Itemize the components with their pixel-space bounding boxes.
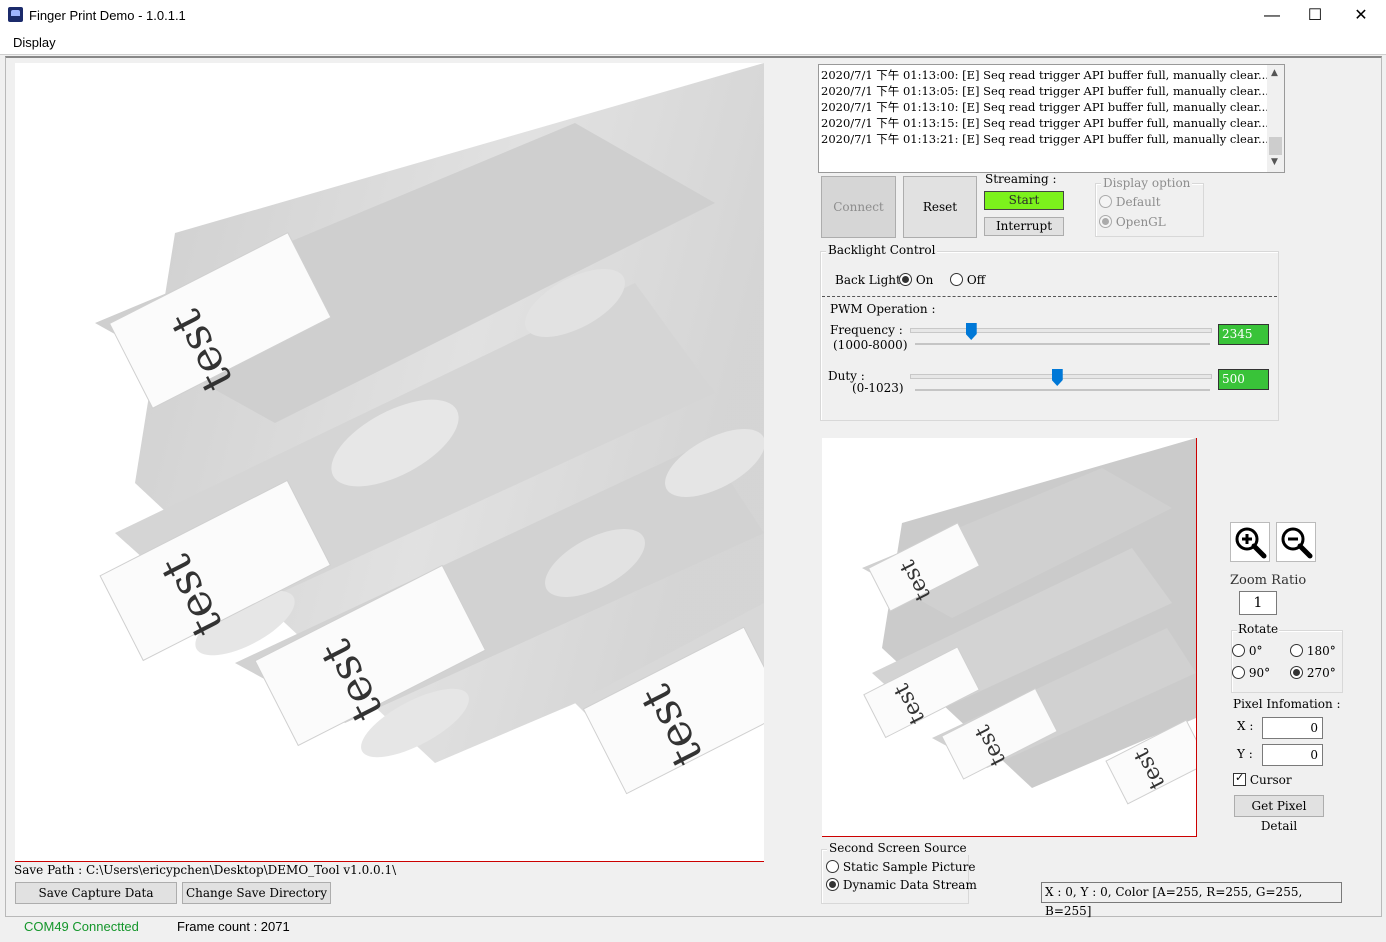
radio-icon: [1099, 195, 1112, 208]
rotate-270-radio[interactable]: 270°: [1290, 666, 1336, 680]
reset-button[interactable]: Reset: [903, 176, 977, 238]
rotate-270-label: 270°: [1306, 666, 1336, 680]
pwm-title: PWM Operation :: [830, 302, 936, 316]
window-title: Finger Print Demo - 1.0.1.1: [29, 8, 186, 23]
dynamic-stream-radio[interactable]: Dynamic Data Stream: [826, 878, 977, 892]
cursor-checkbox[interactable]: Cursor: [1233, 771, 1292, 787]
get-pixel-detail-button[interactable]: Get Pixel Detail: [1234, 795, 1324, 833]
menu-bar: Display: [0, 31, 1386, 55]
connect-button[interactable]: Connect: [821, 176, 896, 238]
streaming-label: Streaming :: [985, 172, 1057, 186]
slider-rule: [915, 389, 1210, 391]
backlight-title: Backlight Control: [826, 243, 938, 257]
log-box[interactable]: 2020/7/1 下午 01:13:00: [E] Seq read trigg…: [818, 64, 1285, 173]
fingerprint-image: test test test test: [15, 63, 764, 861]
zoom-ratio-label: Zoom Ratio: [1230, 573, 1307, 588]
start-button[interactable]: Start: [984, 191, 1064, 210]
radio-icon: [1290, 644, 1303, 657]
frequency-value[interactable]: 2345: [1218, 324, 1269, 345]
app-icon: [8, 7, 23, 22]
backlight-label: Back Light :: [835, 273, 909, 287]
pixel-x-label: X :: [1237, 719, 1254, 733]
second-screen-view[interactable]: test test test test: [822, 438, 1197, 837]
close-button[interactable]: ✕: [1338, 0, 1384, 31]
rotate-90-label: 90°: [1248, 666, 1271, 680]
radio-icon: [1232, 666, 1245, 679]
zoom-in-icon: [1235, 527, 1267, 559]
slider-track: [910, 328, 1212, 333]
display-opengl-label: OpenGL: [1115, 215, 1166, 229]
backlight-off-label: Off: [966, 273, 986, 287]
backlight-on-radio[interactable]: On: [899, 273, 933, 287]
log-line: 2020/7/1 下午 01:13:21: [E] Seq read trigg…: [821, 132, 1273, 146]
main-image-view[interactable]: test test test test: [15, 63, 764, 862]
backlight-off-radio[interactable]: Off: [950, 273, 985, 287]
radio-icon: [826, 860, 839, 873]
rotate-0-label: 0°: [1248, 644, 1263, 658]
rotate-90-radio[interactable]: 90°: [1232, 666, 1270, 680]
menu-display[interactable]: Display: [13, 35, 56, 50]
display-opengl-radio[interactable]: OpenGL: [1099, 215, 1166, 229]
duty-range: (0-1023): [852, 381, 904, 395]
backlight-on-label: On: [915, 273, 934, 287]
pixel-info-title: Pixel Infomation :: [1233, 697, 1341, 711]
checkbox-icon: [1233, 771, 1246, 786]
radio-icon: [1290, 666, 1303, 679]
static-sample-label: Static Sample Picture: [842, 860, 976, 874]
rotate-180-radio[interactable]: 180°: [1290, 644, 1336, 658]
slider-rule: [915, 343, 1210, 345]
rotate-180-label: 180°: [1306, 644, 1336, 658]
duty-slider[interactable]: [910, 369, 1212, 394]
zoom-out-button[interactable]: [1276, 522, 1316, 562]
rotate-0-radio[interactable]: 0°: [1232, 644, 1262, 658]
display-default-label: Default: [1115, 195, 1161, 209]
second-screen-title: Second Screen Source: [827, 841, 969, 855]
change-save-directory-button[interactable]: Change Save Directory: [182, 882, 331, 904]
duty-value[interactable]: 500: [1218, 369, 1269, 390]
second-screen-group: [821, 849, 969, 904]
rotate-title: Rotate: [1237, 622, 1280, 636]
fingerprint-preview-image: test test test test: [822, 438, 1196, 836]
pixel-x-input[interactable]: 0: [1262, 717, 1323, 739]
display-option-title: Display option: [1101, 176, 1193, 190]
static-sample-radio[interactable]: Static Sample Picture: [826, 860, 975, 874]
radio-icon: [899, 273, 912, 286]
scroll-thumb[interactable]: [1269, 137, 1282, 155]
slider-thumb[interactable]: [1051, 369, 1063, 386]
connection-status: COM49 Connectted: [24, 919, 139, 934]
save-capture-button[interactable]: Save Capture Data: [15, 882, 177, 904]
rotate-group: [1231, 630, 1343, 693]
frame-count: Frame count : 2071: [177, 919, 290, 934]
divider: [822, 296, 1277, 297]
zoom-ratio-value[interactable]: 1: [1239, 591, 1277, 615]
pixel-readout: X : 0, Y : 0, Color [A=255, R=255, G=255…: [1041, 882, 1342, 918]
pixel-y-input[interactable]: 0: [1262, 744, 1323, 766]
dynamic-stream-label: Dynamic Data Stream: [842, 878, 977, 892]
radio-icon: [826, 878, 839, 891]
frequency-range: (1000-8000): [833, 338, 908, 352]
log-line: 2020/7/1 下午 01:13:15: [E] Seq read trigg…: [821, 116, 1273, 130]
scroll-up-icon[interactable]: ▲: [1271, 68, 1278, 78]
log-line: 2020/7/1 下午 01:13:05: [E] Seq read trigg…: [821, 84, 1273, 98]
pixel-y-label: Y :: [1237, 747, 1253, 761]
scroll-down-icon[interactable]: ▼: [1271, 157, 1278, 167]
log-line: 2020/7/1 下午 01:13:00: [E] Seq read trigg…: [821, 68, 1273, 82]
log-scrollbar[interactable]: ▲ ▼: [1267, 65, 1284, 172]
zoom-in-button[interactable]: [1230, 522, 1270, 562]
save-path-label: Save Path : C:\Users\ericypchen\Desktop\…: [14, 863, 397, 877]
radio-icon: [1232, 644, 1245, 657]
display-default-radio[interactable]: Default: [1099, 195, 1161, 209]
zoom-out-icon: [1281, 527, 1313, 559]
interrupt-button[interactable]: Interrupt: [984, 217, 1064, 236]
frequency-slider[interactable]: [910, 323, 1212, 348]
maximize-button[interactable]: ☐: [1292, 0, 1338, 31]
slider-thumb[interactable]: [965, 323, 977, 340]
minimize-button[interactable]: —: [1249, 0, 1295, 31]
log-line: 2020/7/1 下午 01:13:10: [E] Seq read trigg…: [821, 100, 1273, 114]
radio-icon: [950, 273, 963, 286]
radio-icon: [1099, 215, 1112, 228]
frequency-label: Frequency :: [830, 323, 903, 337]
cursor-label: Cursor: [1249, 773, 1292, 787]
title-bar: Finger Print Demo - 1.0.1.1 — ☐ ✕: [0, 0, 1386, 31]
